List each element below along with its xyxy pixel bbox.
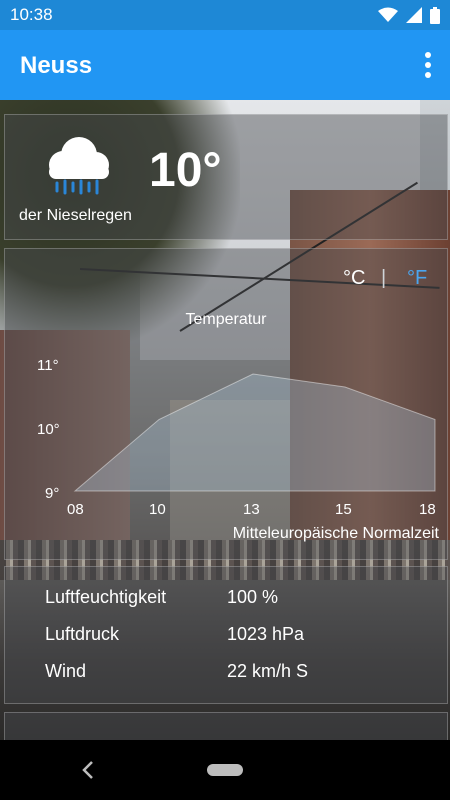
wifi-icon <box>378 7 398 22</box>
current-weather-card: 10° der Nieselregen <box>4 114 448 240</box>
wind-label: Wind <box>45 661 87 681</box>
weather-description: der Nieselregen <box>19 207 132 224</box>
overflow-menu-icon[interactable] <box>420 50 436 80</box>
system-nav-bar <box>0 740 450 800</box>
y-tick-label: 10° <box>37 421 60 438</box>
app-bar: Neuss <box>0 30 450 100</box>
x-tick-label: 08 <box>67 501 84 518</box>
back-icon[interactable] <box>78 758 98 782</box>
page-title: Neuss <box>20 52 93 79</box>
temperature-chart-card: °C | °F Temperatur 11° 10° 9° 08 10 13 1… <box>4 248 448 560</box>
pressure-label: Luftdruck <box>45 624 120 644</box>
x-tick-label: 10 <box>149 501 166 518</box>
x-tick-label: 18 <box>419 501 436 518</box>
signal-icon <box>406 7 422 23</box>
temperature-area <box>73 373 436 492</box>
current-temperature: 10° <box>149 144 222 197</box>
weather-details-card: Luftfeuchtigkeit 100 % Luftdruck 1023 hP… <box>4 566 448 704</box>
pressure-value: 1023 hPa <box>227 624 305 644</box>
home-pill-button[interactable] <box>207 764 243 776</box>
wind-value: 22 km/h S <box>227 661 309 681</box>
y-tick-label: 11° <box>37 357 59 374</box>
drizzle-cloud-icon <box>49 137 109 195</box>
battery-icon <box>430 6 440 24</box>
humidity-label: Luftfeuchtigkeit <box>45 587 167 607</box>
y-tick-label: 9° <box>45 485 60 502</box>
status-bar: 10:38 <box>0 0 450 30</box>
x-tick-label: 13 <box>243 501 260 518</box>
x-tick-label: 15 <box>335 501 352 518</box>
humidity-value: 100 % <box>227 587 279 607</box>
status-time: 10:38 <box>10 5 53 24</box>
status-icons <box>378 6 440 24</box>
x-axis-label: Mitteleuropäische Normalzeit <box>232 525 439 542</box>
